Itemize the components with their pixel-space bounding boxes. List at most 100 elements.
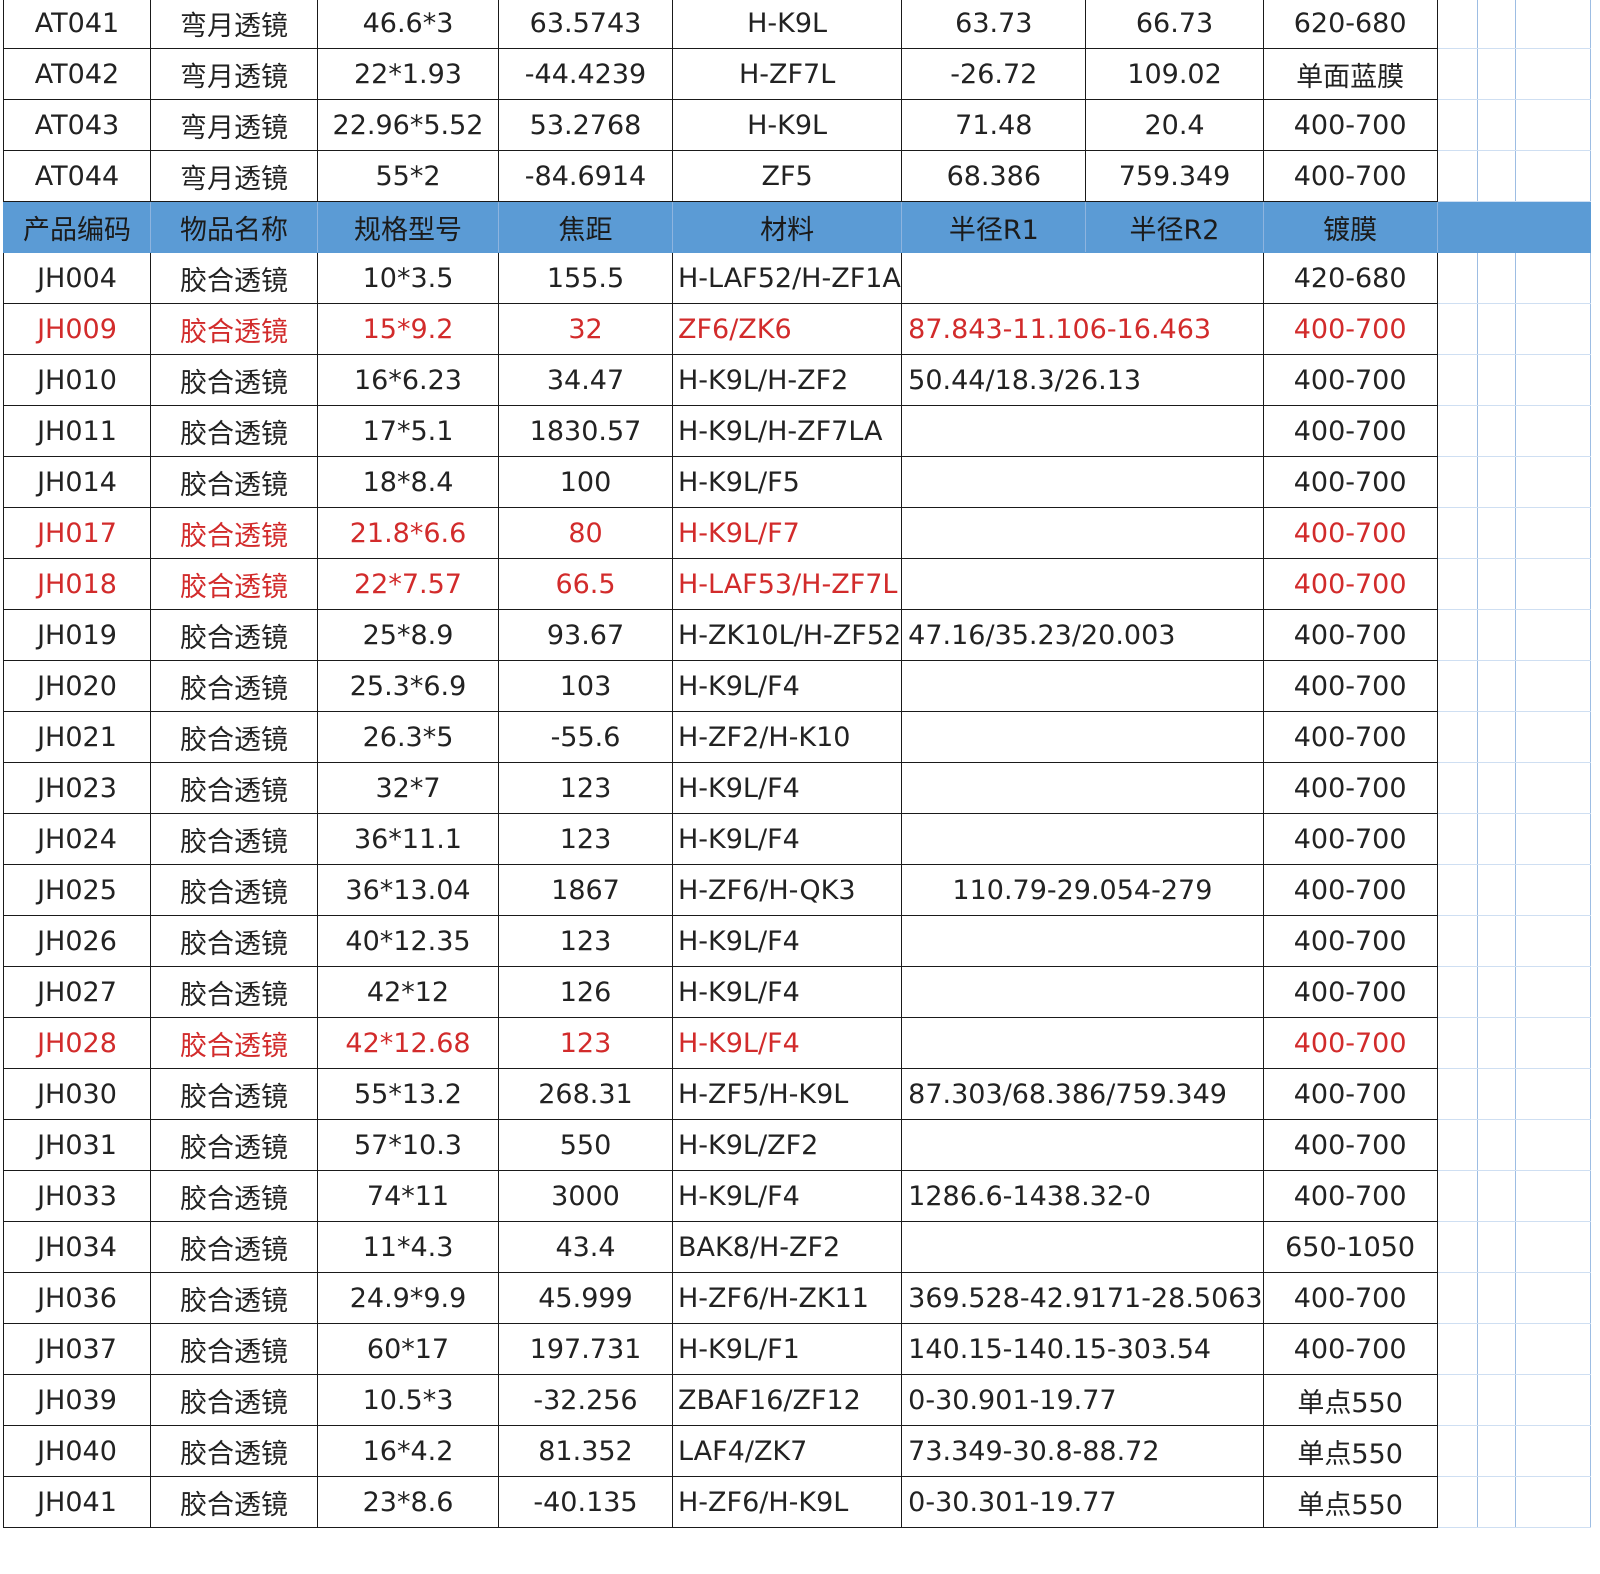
product-code-cell[interactable]: JH033 bbox=[3, 1170, 151, 1222]
empty-cell[interactable] bbox=[1514, 99, 1591, 151]
material-cell[interactable]: H-K9L/F7 bbox=[671, 507, 903, 559]
empty-cell[interactable] bbox=[1476, 915, 1516, 967]
empty-cell[interactable] bbox=[1436, 1476, 1478, 1528]
product-code-cell[interactable]: JH040 bbox=[3, 1425, 151, 1477]
empty-cell[interactable] bbox=[1476, 507, 1516, 559]
material-cell[interactable]: H-ZF5/H-K9L bbox=[671, 1068, 903, 1120]
item-name-cell[interactable]: 胶合透镜 bbox=[150, 966, 318, 1018]
empty-cell[interactable] bbox=[1476, 966, 1516, 1018]
spec-cell[interactable]: 36*11.1 bbox=[317, 813, 499, 865]
coating-cell[interactable]: 400-700 bbox=[1262, 507, 1438, 559]
empty-cell[interactable] bbox=[1476, 1476, 1516, 1528]
coating-cell[interactable]: 400-700 bbox=[1262, 405, 1438, 457]
header-material[interactable]: 材料 bbox=[671, 201, 903, 253]
coating-cell[interactable]: 400-700 bbox=[1262, 558, 1438, 610]
coating-cell[interactable]: 400-700 bbox=[1262, 711, 1438, 763]
empty-cell[interactable] bbox=[1436, 558, 1478, 610]
empty-cell[interactable] bbox=[1514, 405, 1591, 457]
radius-r1-cell[interactable]: 68.386 bbox=[901, 150, 1087, 202]
product-code-cell[interactable]: JH037 bbox=[3, 1323, 151, 1375]
spec-cell[interactable]: 42*12.68 bbox=[317, 1017, 499, 1069]
focal-length-cell[interactable]: 155.5 bbox=[498, 252, 673, 304]
empty-cell[interactable] bbox=[1436, 609, 1478, 661]
empty-cell[interactable] bbox=[1476, 1017, 1516, 1069]
item-name-cell[interactable]: 胶合透镜 bbox=[150, 762, 318, 814]
coating-cell[interactable]: 单面蓝膜 bbox=[1262, 48, 1438, 100]
spec-cell[interactable]: 74*11 bbox=[317, 1170, 499, 1222]
focal-length-cell[interactable]: 197.731 bbox=[498, 1323, 673, 1375]
material-cell[interactable]: H-K9L/F4 bbox=[671, 813, 903, 865]
empty-cell[interactable] bbox=[1476, 864, 1516, 916]
item-name-cell[interactable]: 胶合透镜 bbox=[150, 1323, 318, 1375]
empty-cell[interactable] bbox=[1514, 1170, 1591, 1222]
material-cell[interactable]: H-K9L bbox=[671, 99, 903, 151]
focal-length-cell[interactable]: 32 bbox=[498, 303, 673, 355]
radius-cell[interactable] bbox=[901, 1221, 1264, 1273]
radius-cell[interactable] bbox=[901, 660, 1264, 712]
empty-cell[interactable] bbox=[1436, 1374, 1478, 1426]
radius-r1-cell[interactable]: -26.72 bbox=[901, 48, 1087, 100]
radius-r1-cell[interactable]: 63.73 bbox=[901, 0, 1087, 49]
empty-cell[interactable] bbox=[1514, 252, 1591, 304]
empty-cell[interactable] bbox=[1514, 150, 1591, 202]
coating-cell[interactable]: 400-700 bbox=[1262, 813, 1438, 865]
coating-cell[interactable]: 400-700 bbox=[1262, 1272, 1438, 1324]
empty-cell[interactable] bbox=[1436, 456, 1478, 508]
item-name-cell[interactable]: 胶合透镜 bbox=[150, 1272, 318, 1324]
material-cell[interactable]: H-K9L/F1 bbox=[671, 1323, 903, 1375]
product-code-cell[interactable]: JH023 bbox=[3, 762, 151, 814]
header-coating[interactable]: 镀膜 bbox=[1262, 201, 1438, 253]
product-code-cell[interactable]: JH011 bbox=[3, 405, 151, 457]
coating-cell[interactable]: 单点550 bbox=[1262, 1374, 1438, 1426]
radius-cell[interactable] bbox=[901, 456, 1264, 508]
focal-length-cell[interactable]: 103 bbox=[498, 660, 673, 712]
empty-cell[interactable] bbox=[1476, 609, 1516, 661]
empty-cell[interactable] bbox=[1514, 1017, 1591, 1069]
empty-cell[interactable] bbox=[1436, 762, 1478, 814]
radius-r2-cell[interactable]: 66.73 bbox=[1085, 0, 1264, 49]
spec-cell[interactable]: 25*8.9 bbox=[317, 609, 499, 661]
empty-cell[interactable] bbox=[1514, 609, 1591, 661]
empty-cell[interactable] bbox=[1514, 354, 1591, 406]
coating-cell[interactable]: 400-700 bbox=[1262, 1119, 1438, 1171]
focal-length-cell[interactable]: 123 bbox=[498, 1017, 673, 1069]
empty-cell[interactable] bbox=[1436, 660, 1478, 712]
empty-cell[interactable] bbox=[1436, 150, 1478, 202]
item-name-cell[interactable]: 胶合透镜 bbox=[150, 1425, 318, 1477]
material-cell[interactable]: H-K9L/H-ZF7LA bbox=[671, 405, 903, 457]
empty-cell[interactable] bbox=[1436, 0, 1478, 49]
radius-cell[interactable] bbox=[901, 966, 1264, 1018]
product-code-cell[interactable]: JH004 bbox=[3, 252, 151, 304]
material-cell[interactable]: H-ZF6/H-ZK11 bbox=[671, 1272, 903, 1324]
empty-cell[interactable] bbox=[1514, 1272, 1591, 1324]
empty-cell[interactable] bbox=[1476, 813, 1516, 865]
material-cell[interactable]: ZF5 bbox=[671, 150, 903, 202]
item-name-cell[interactable]: 胶合透镜 bbox=[150, 1476, 318, 1528]
product-code-cell[interactable]: JH025 bbox=[3, 864, 151, 916]
item-name-cell[interactable]: 胶合透镜 bbox=[150, 1170, 318, 1222]
empty-cell[interactable] bbox=[1514, 456, 1591, 508]
spec-cell[interactable]: 23*8.6 bbox=[317, 1476, 499, 1528]
coating-cell[interactable]: 400-700 bbox=[1262, 609, 1438, 661]
coating-cell[interactable]: 400-700 bbox=[1262, 915, 1438, 967]
material-cell[interactable]: H-ZF7L bbox=[671, 48, 903, 100]
product-code-cell[interactable]: JH024 bbox=[3, 813, 151, 865]
header-focal-length[interactable]: 焦距 bbox=[498, 201, 673, 253]
empty-cell[interactable] bbox=[1514, 1221, 1591, 1273]
focal-length-cell[interactable]: -44.4239 bbox=[498, 48, 673, 100]
focal-length-cell[interactable]: -32.256 bbox=[498, 1374, 673, 1426]
material-cell[interactable]: H-K9L/F5 bbox=[671, 456, 903, 508]
spec-cell[interactable]: 55*2 bbox=[317, 150, 499, 202]
header-spec[interactable]: 规格型号 bbox=[317, 201, 499, 253]
empty-cell[interactable] bbox=[1436, 1272, 1478, 1324]
empty-cell[interactable] bbox=[1514, 864, 1591, 916]
empty-cell[interactable] bbox=[1436, 966, 1478, 1018]
item-name-cell[interactable]: 胶合透镜 bbox=[150, 507, 318, 559]
focal-length-cell[interactable]: 53.2768 bbox=[498, 99, 673, 151]
product-code-cell[interactable]: JH028 bbox=[3, 1017, 151, 1069]
empty-cell[interactable] bbox=[1514, 558, 1591, 610]
spec-cell[interactable]: 24.9*9.9 bbox=[317, 1272, 499, 1324]
empty-cell[interactable] bbox=[1514, 303, 1591, 355]
coating-cell[interactable]: 单点550 bbox=[1262, 1476, 1438, 1528]
focal-length-cell[interactable]: 268.31 bbox=[498, 1068, 673, 1120]
